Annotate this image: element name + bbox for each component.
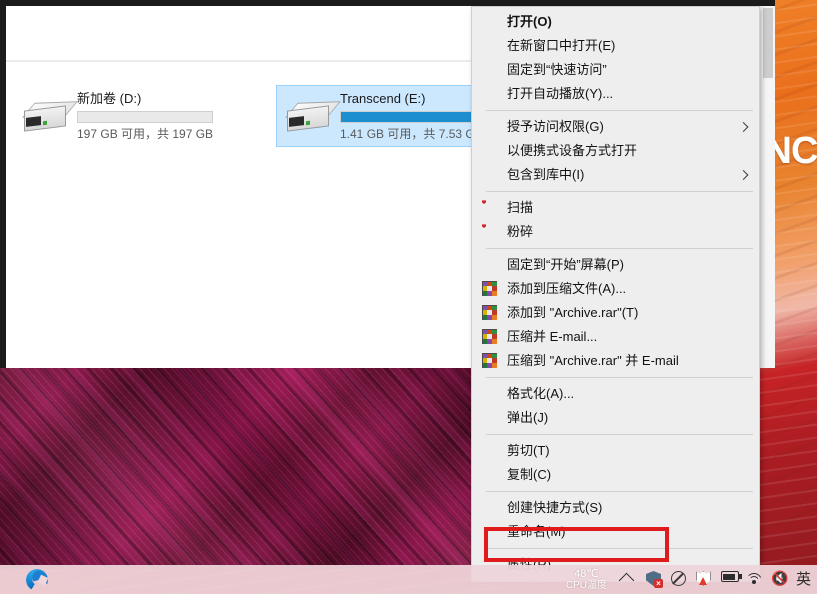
taskbar: 48℃ CPU温度 × 🔇 英 [0,565,817,594]
menu-item-label: 固定到“开始”屏幕(P) [507,257,624,272]
menu-item-label: 重命名(M) [507,524,566,539]
drive-capacity-d: 197 GB 可用，共 197 GB [77,127,213,141]
menu-separator [486,191,753,192]
drive-item-d[interactable]: 新加卷 (D:) 197 GB 可用，共 197 GB [14,85,219,147]
menu-item[interactable]: 固定到“快速访问” [472,58,759,82]
menu-item[interactable]: 剪切(T) [472,439,759,463]
cpu-temperature-widget[interactable]: 48℃ CPU温度 [565,567,607,591]
menu-item-label: 包含到库中(I) [507,167,585,182]
winrar-icon [482,281,498,297]
menu-item-label: 压缩到 "Archive.rar" 并 E-mail [507,353,679,368]
screen-root: INCR 新加卷 (D:) 197 GB 可用，共 197 GB [0,0,817,594]
explorer-vertical-scrollbar[interactable] [759,6,775,368]
drive-name-d: 新加卷 (D:) [77,91,142,106]
menu-item-label: 以便携式设备方式打开 [507,143,638,158]
taskbar-app-area [0,568,49,591]
menu-item[interactable]: 扫描 [472,196,759,220]
menu-item[interactable]: 弹出(J) [472,406,759,430]
edge-icon[interactable] [26,568,49,591]
wifi-icon[interactable] [746,571,763,588]
menu-item[interactable]: 压缩到 "Archive.rar" 并 E-mail [472,349,759,373]
menu-item-label: 添加到压缩文件(A)... [507,281,627,296]
menu-item[interactable]: 添加到压缩文件(A)... [472,277,759,301]
menu-item-label: 扫描 [507,200,534,215]
winrar-icon [482,329,498,345]
menu-item-label: 剪切(T) [507,443,550,458]
menu-item-label: 固定到“快速访问” [507,62,607,77]
chevron-right-icon [738,170,749,180]
cpu-temperature-label: CPU温度 [565,579,607,591]
menu-item-label: 在新窗口中打开(E) [507,38,616,53]
menu-item[interactable]: 以便携式设备方式打开 [472,139,759,163]
menu-item[interactable]: 创建快捷方式(S) [472,496,759,520]
menu-separator [486,377,753,378]
menu-item-label: 弹出(J) [507,410,549,425]
red-shield-icon [482,200,498,216]
drive-usage-bar-d [77,111,213,123]
ime-language-indicator[interactable]: 英 [796,571,811,588]
menu-item-label: 创建快捷方式(S) [507,500,603,515]
menu-item[interactable]: 打开(O) [472,10,759,34]
winrar-icon [482,305,498,321]
drive-usage-bar-e [340,111,474,123]
winrar-icon [482,353,498,369]
external-drive-icon [283,96,341,136]
menu-item[interactable]: 授予访问权限(G) [472,115,759,139]
volume-muted-icon[interactable]: 🔇 [771,571,788,588]
drive-capacity-e: 1.41 GB 可用，共 7.53 G [340,127,474,141]
external-drive-icon [20,96,78,136]
menu-item[interactable]: 在新窗口中打开(E) [472,34,759,58]
menu-item-label: 打开(O) [507,14,552,29]
menu-separator [486,491,753,492]
menu-separator [486,110,753,111]
menu-item-label: 打开自动播放(Y)... [507,86,614,101]
menu-item[interactable]: 格式化(A)... [472,382,759,406]
menu-separator [486,248,753,249]
disabled-network-icon[interactable] [670,571,688,588]
menu-item[interactable]: 复制(C) [472,463,759,487]
cpu-temperature-value: 48℃ [574,567,599,580]
menu-item-label: 复制(C) [507,467,552,482]
show-hidden-icons-chevron-icon[interactable] [618,571,638,589]
menu-item[interactable]: 粉碎 [472,220,759,244]
menu-item[interactable]: 包含到库中(I) [472,163,759,187]
desktop-wallpaper-magenta-region [0,368,472,569]
menu-item[interactable]: 压缩并 E-mail... [472,325,759,349]
red-shield-icon [482,224,498,240]
menu-separator [486,548,753,549]
menu-item[interactable]: 添加到 "Archive.rar"(T) [472,301,759,325]
menu-item[interactable]: 打开自动播放(Y)... [472,82,759,106]
menu-item[interactable]: 重命名(M) [472,520,759,544]
chevron-right-icon [738,122,749,132]
security-shield-error-icon[interactable]: × [645,571,663,588]
system-tray: 48℃ CPU温度 × 🔇 英 [566,565,817,594]
drive-item-e[interactable]: Transcend (E:) 1.41 GB 可用，共 7.53 G [276,85,481,147]
menu-item-label: 添加到 "Archive.rar"(T) [507,305,639,320]
drive-context-menu[interactable]: 打开(O) 在新窗口中打开(E) 固定到“快速访问” 打开自动播放(Y)... 授予访问… [471,6,760,582]
menu-item-label: 格式化(A)... [507,386,575,401]
menu-separator [486,434,753,435]
drive-info-e: Transcend (E:) 1.41 GB 可用，共 7.53 G [337,90,474,142]
scrollbar-thumb[interactable] [763,8,773,78]
drive-info-d: 新加卷 (D:) 197 GB 可用，共 197 GB [74,90,213,142]
menu-item-label: 粉碎 [507,224,534,239]
drive-name-e: Transcend (E:) [340,91,426,106]
antivirus-warning-shield-icon[interactable] [695,571,713,588]
battery-icon[interactable] [720,571,742,588]
menu-item-label: 压缩并 E-mail... [507,329,598,344]
menu-item-label: 授予访问权限(G) [507,119,604,134]
menu-item[interactable]: 固定到“开始”屏幕(P) [472,253,759,277]
